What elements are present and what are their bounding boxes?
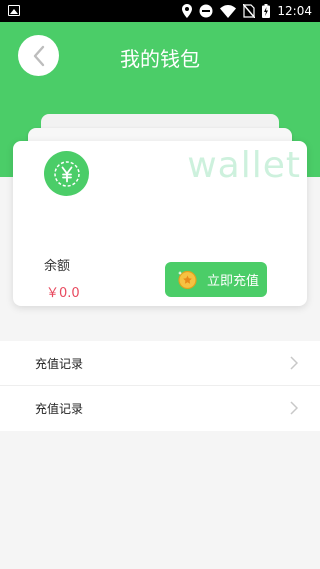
- yen-icon: [53, 160, 80, 187]
- wifi-icon: [220, 4, 237, 18]
- menu-list: 充值记录 充值记录: [0, 341, 320, 431]
- balance-label: 余额: [44, 259, 71, 274]
- do-not-disturb-icon: [199, 4, 213, 18]
- balance-value: ￥0.0: [46, 286, 80, 301]
- wallet-watermark: wallet: [187, 145, 301, 186]
- status-icons: 12:04: [182, 3, 312, 19]
- recharge-button-label: 立即充值: [207, 274, 260, 289]
- chevron-right-icon: [290, 401, 298, 415]
- location-icon: [182, 4, 193, 18]
- recharge-button[interactable]: 立即充值: [165, 262, 267, 297]
- list-item-label: 充值记录: [35, 356, 84, 371]
- yen-badge: [44, 151, 89, 196]
- page-title: 我的钱包: [120, 47, 200, 71]
- status-time: 12:04: [277, 4, 312, 18]
- list-item-recharge-records[interactable]: 充值记录: [0, 386, 320, 431]
- battery-charging-icon: [262, 4, 271, 18]
- list-item-label: 充值记录: [35, 402, 84, 416]
- coin-icon: [178, 270, 197, 290]
- wallet-card: wallet 余额 ￥0.0 立即充值: [13, 141, 307, 306]
- list-item-recharge-records[interactable]: 充值记录: [0, 341, 320, 386]
- status-bar: 12:04: [0, 0, 320, 22]
- no-sim-icon: [243, 4, 256, 18]
- chevron-right-icon: [290, 356, 298, 370]
- image-icon: [8, 5, 20, 16]
